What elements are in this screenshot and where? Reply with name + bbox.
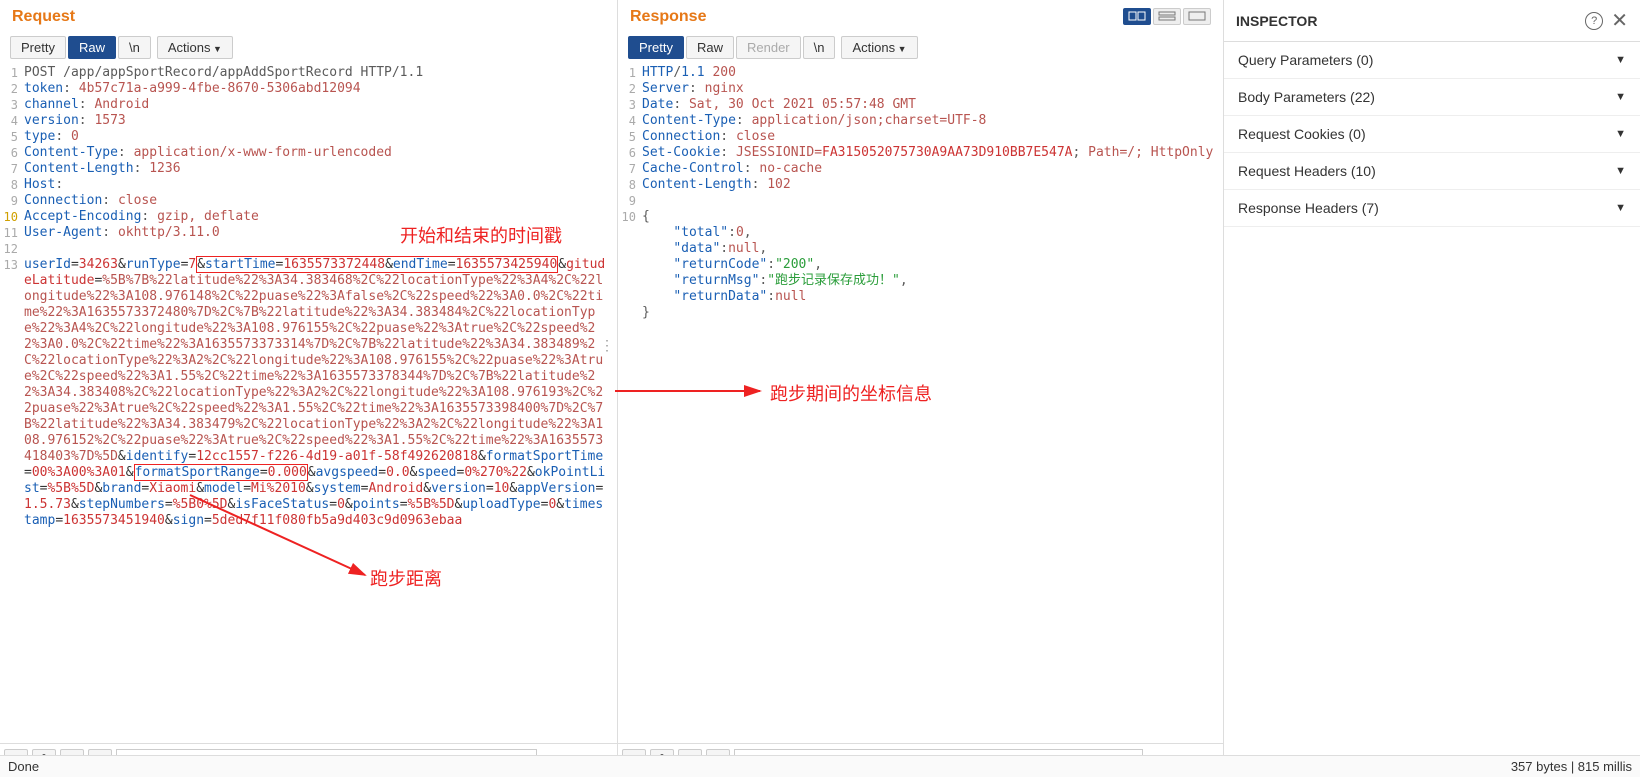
- view-mode-icons: [1123, 8, 1223, 25]
- inspector-panel: INSPECTOR ? ✕ Query Parameters (0)▼Body …: [1224, 0, 1640, 777]
- actions-dropdown[interactable]: Actions: [841, 36, 917, 59]
- raw-tab[interactable]: Raw: [686, 36, 734, 59]
- chevron-down-icon: ▼: [1615, 91, 1626, 103]
- response-code[interactable]: 1HTTP/1.1 2002Server: nginx3Date: Sat, 3…: [618, 63, 1223, 743]
- nl-tab[interactable]: \n: [803, 36, 836, 59]
- raw-tab[interactable]: Raw: [68, 36, 116, 59]
- status-bar: Done 357 bytes | 815 millis: [0, 755, 1640, 777]
- split-view-icon[interactable]: [1123, 8, 1151, 25]
- inspector-section[interactable]: Query Parameters (0) ▼: [1224, 42, 1640, 79]
- section-label: Request Cookies (0): [1238, 126, 1366, 142]
- inspector-section[interactable]: Request Cookies (0) ▼: [1224, 116, 1640, 153]
- inspector-section[interactable]: Response Headers (7) ▼: [1224, 190, 1640, 227]
- chevron-down-icon: ▼: [1615, 54, 1626, 66]
- status-left: Done: [8, 759, 39, 774]
- scroll-dots-icon: ⋮: [600, 343, 614, 349]
- section-label: Body Parameters (22): [1238, 89, 1375, 105]
- response-toolbar: Pretty Raw Render \n Actions: [618, 32, 1223, 63]
- chevron-down-icon: ▼: [1615, 202, 1626, 214]
- request-toolbar: Pretty Raw \n Actions: [0, 32, 617, 63]
- nl-tab[interactable]: \n: [118, 36, 151, 59]
- request-title: Request: [0, 0, 617, 32]
- response-panel: Response Pretty Raw Render \n Actions 1H…: [618, 0, 1224, 777]
- help-icon[interactable]: ?: [1585, 12, 1603, 30]
- chevron-down-icon: ▼: [1615, 165, 1626, 177]
- section-label: Request Headers (10): [1238, 163, 1376, 179]
- pretty-tab[interactable]: Pretty: [10, 36, 66, 59]
- app-root: Request Pretty Raw \n Actions ⋮ 1POST /a…: [0, 0, 1640, 777]
- section-label: Query Parameters (0): [1238, 52, 1373, 68]
- inspector-section[interactable]: Request Headers (10) ▼: [1224, 153, 1640, 190]
- stack-view-icon[interactable]: [1153, 8, 1181, 25]
- actions-dropdown[interactable]: Actions: [157, 36, 233, 59]
- inspector-title: INSPECTOR: [1236, 13, 1317, 29]
- render-tab[interactable]: Render: [736, 36, 801, 59]
- single-view-icon[interactable]: [1183, 8, 1211, 25]
- chevron-down-icon: ▼: [1615, 128, 1626, 140]
- pretty-tab[interactable]: Pretty: [628, 36, 684, 59]
- request-code[interactable]: ⋮ 1POST /app/appSportRecord/appAddSportR…: [0, 63, 617, 743]
- section-label: Response Headers (7): [1238, 200, 1379, 216]
- inspector-sections: Query Parameters (0)▼Body Parameters (22…: [1224, 42, 1640, 227]
- inspector-header: INSPECTOR ? ✕: [1224, 0, 1640, 42]
- main-columns: Request Pretty Raw \n Actions ⋮ 1POST /a…: [0, 0, 1640, 777]
- close-icon[interactable]: ✕: [1611, 8, 1628, 33]
- request-panel: Request Pretty Raw \n Actions ⋮ 1POST /a…: [0, 0, 618, 777]
- status-right: 357 bytes | 815 millis: [1511, 759, 1632, 774]
- inspector-section[interactable]: Body Parameters (22) ▼: [1224, 79, 1640, 116]
- response-title: Response: [618, 0, 718, 32]
